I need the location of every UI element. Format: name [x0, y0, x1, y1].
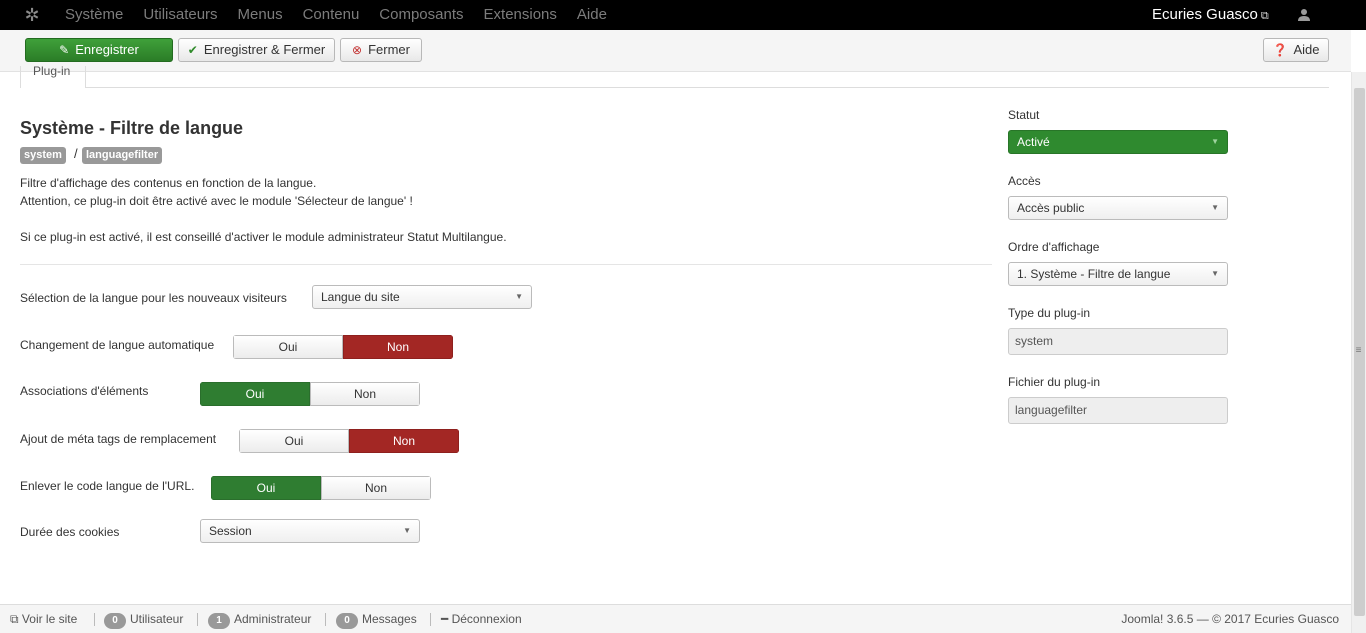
page-title: Système - Filtre de langue — [20, 118, 244, 138]
main-menu: Système Utilisateurs Menus Contenu Compo… — [55, 0, 617, 30]
badge-separator: / — [74, 146, 78, 161]
admins-count: 1 — [208, 613, 230, 629]
order-label: Ordre d'affichage — [1008, 240, 1100, 254]
edit-icon: ✎ — [59, 43, 70, 57]
description-line: Attention, ce plug-in doit être activé a… — [20, 194, 413, 208]
type-field: system — [1008, 328, 1228, 355]
logout-link[interactable]: ━ Déconnexion — [441, 605, 522, 633]
scroll-grip-icon: ≡ — [1355, 345, 1362, 356]
order-select[interactable]: 1. Système - Filtre de langue ▼ — [1008, 262, 1228, 286]
footer-separator — [325, 613, 326, 626]
copyright: Joomla! 3.6.5 — © 2017 Ecuries Guasco — [1121, 612, 1339, 626]
description-line: Filtre d'affichage des contenus en fonct… — [20, 176, 317, 190]
messages-count: 0 — [336, 613, 358, 629]
joomla-logo-icon[interactable]: ✲ — [22, 5, 42, 25]
tab-divider — [86, 87, 1329, 88]
menu-composants[interactable]: Composants — [369, 0, 473, 30]
tab-plugin[interactable]: Plug-in — [20, 64, 86, 88]
associations-label: Associations d'éléments — [20, 384, 149, 398]
menu-systeme[interactable]: Système — [55, 0, 133, 30]
caret-down-icon: ▼ — [1211, 203, 1219, 212]
description-line: Si ce plug-in est activé, il est conseil… — [20, 230, 507, 244]
users-count: 0 — [104, 613, 126, 629]
help-button[interactable]: ❓ Aide — [1263, 38, 1329, 62]
question-icon: ❓ — [1272, 43, 1288, 57]
status-select[interactable]: Activé ▼ — [1008, 130, 1228, 154]
user-icon[interactable] — [1296, 7, 1312, 23]
cookie-select[interactable]: Session ▼ — [200, 519, 420, 543]
remove-code-label: Enlever le code langue de l'URL. — [20, 479, 195, 493]
auto-change-no[interactable]: Non — [343, 335, 453, 359]
remove-code-yes[interactable]: Oui — [211, 476, 321, 500]
remove-code-toggle: Oui Non — [211, 476, 431, 500]
file-label: Fichier du plug-in — [1008, 375, 1101, 389]
footer-separator — [430, 613, 431, 626]
caret-down-icon: ▼ — [1211, 137, 1219, 146]
status-label: Statut — [1008, 108, 1040, 122]
external-link-icon: ⧉ — [1260, 10, 1269, 22]
admins-link[interactable]: 1 Administrateur — [208, 605, 311, 633]
auto-change-yes[interactable]: Oui — [233, 335, 343, 359]
file-field: languagefilter — [1008, 397, 1228, 424]
caret-down-icon: ▼ — [515, 292, 523, 301]
external-link-icon: ⧉ — [10, 612, 19, 626]
menu-utilisateurs[interactable]: Utilisateurs — [133, 0, 227, 30]
associations-toggle: Oui Non — [200, 382, 420, 406]
group-badge: system — [20, 147, 66, 164]
footer-separator — [197, 613, 198, 626]
messages-link[interactable]: 0 Messages — [336, 605, 417, 633]
toolbar: ✎ Enregistrer ✔ Enregistrer & Fermer ⊗ Ferm… — [0, 30, 1351, 72]
save-button[interactable]: ✎ Enregistrer — [25, 38, 173, 62]
menu-menus[interactable]: Menus — [228, 0, 293, 30]
meta-tags-no[interactable]: Non — [349, 429, 459, 453]
menu-contenu[interactable]: Contenu — [293, 0, 370, 30]
type-label: Type du plug-in — [1008, 306, 1091, 320]
associations-yes[interactable]: Oui — [200, 382, 310, 406]
lang-select-label: Sélection de la langue pour les nouveaux… — [20, 291, 287, 305]
auto-change-label: Changement de langue automatique — [20, 338, 215, 352]
associations-no[interactable]: Non — [310, 382, 420, 406]
users-link[interactable]: 0 Utilisateur — [104, 605, 183, 633]
close-button[interactable]: ⊗ Fermer — [340, 38, 422, 62]
view-site-link[interactable]: ⧉ Voir le site — [10, 605, 77, 633]
access-select[interactable]: Accès public ▼ — [1008, 196, 1228, 220]
footer-separator — [94, 613, 95, 626]
site-link[interactable]: Ecuries Guasco ⧉ — [1152, 0, 1269, 31]
divider — [20, 264, 992, 265]
minus-icon: ━ — [441, 612, 449, 626]
check-icon: ✔ — [187, 43, 198, 57]
access-label: Accès — [1008, 174, 1041, 188]
meta-tags-label: Ajout de méta tags de remplacement — [20, 432, 217, 446]
lang-select[interactable]: Langue du site ▼ — [312, 285, 532, 309]
auto-change-toggle: Oui Non — [233, 335, 453, 359]
meta-tags-toggle: Oui Non — [239, 429, 459, 453]
caret-down-icon: ▼ — [1211, 269, 1219, 278]
top-navbar: ✲ Système Utilisateurs Menus Contenu Com… — [0, 0, 1366, 30]
element-badge: languagefilter — [82, 147, 163, 164]
menu-extensions[interactable]: Extensions — [474, 0, 567, 30]
cancel-icon: ⊗ — [352, 43, 363, 57]
save-close-button[interactable]: ✔ Enregistrer & Fermer — [178, 38, 335, 62]
site-name: Ecuries Guasco — [1152, 6, 1258, 23]
caret-down-icon: ▼ — [403, 526, 411, 535]
status-footer: ⧉ Voir le site 0 Utilisateur 1 Administrat… — [0, 604, 1351, 633]
cookie-label: Durée des cookies — [20, 525, 120, 539]
remove-code-no[interactable]: Non — [321, 476, 431, 500]
meta-tags-yes[interactable]: Oui — [239, 429, 349, 453]
menu-aide[interactable]: Aide — [567, 0, 617, 30]
